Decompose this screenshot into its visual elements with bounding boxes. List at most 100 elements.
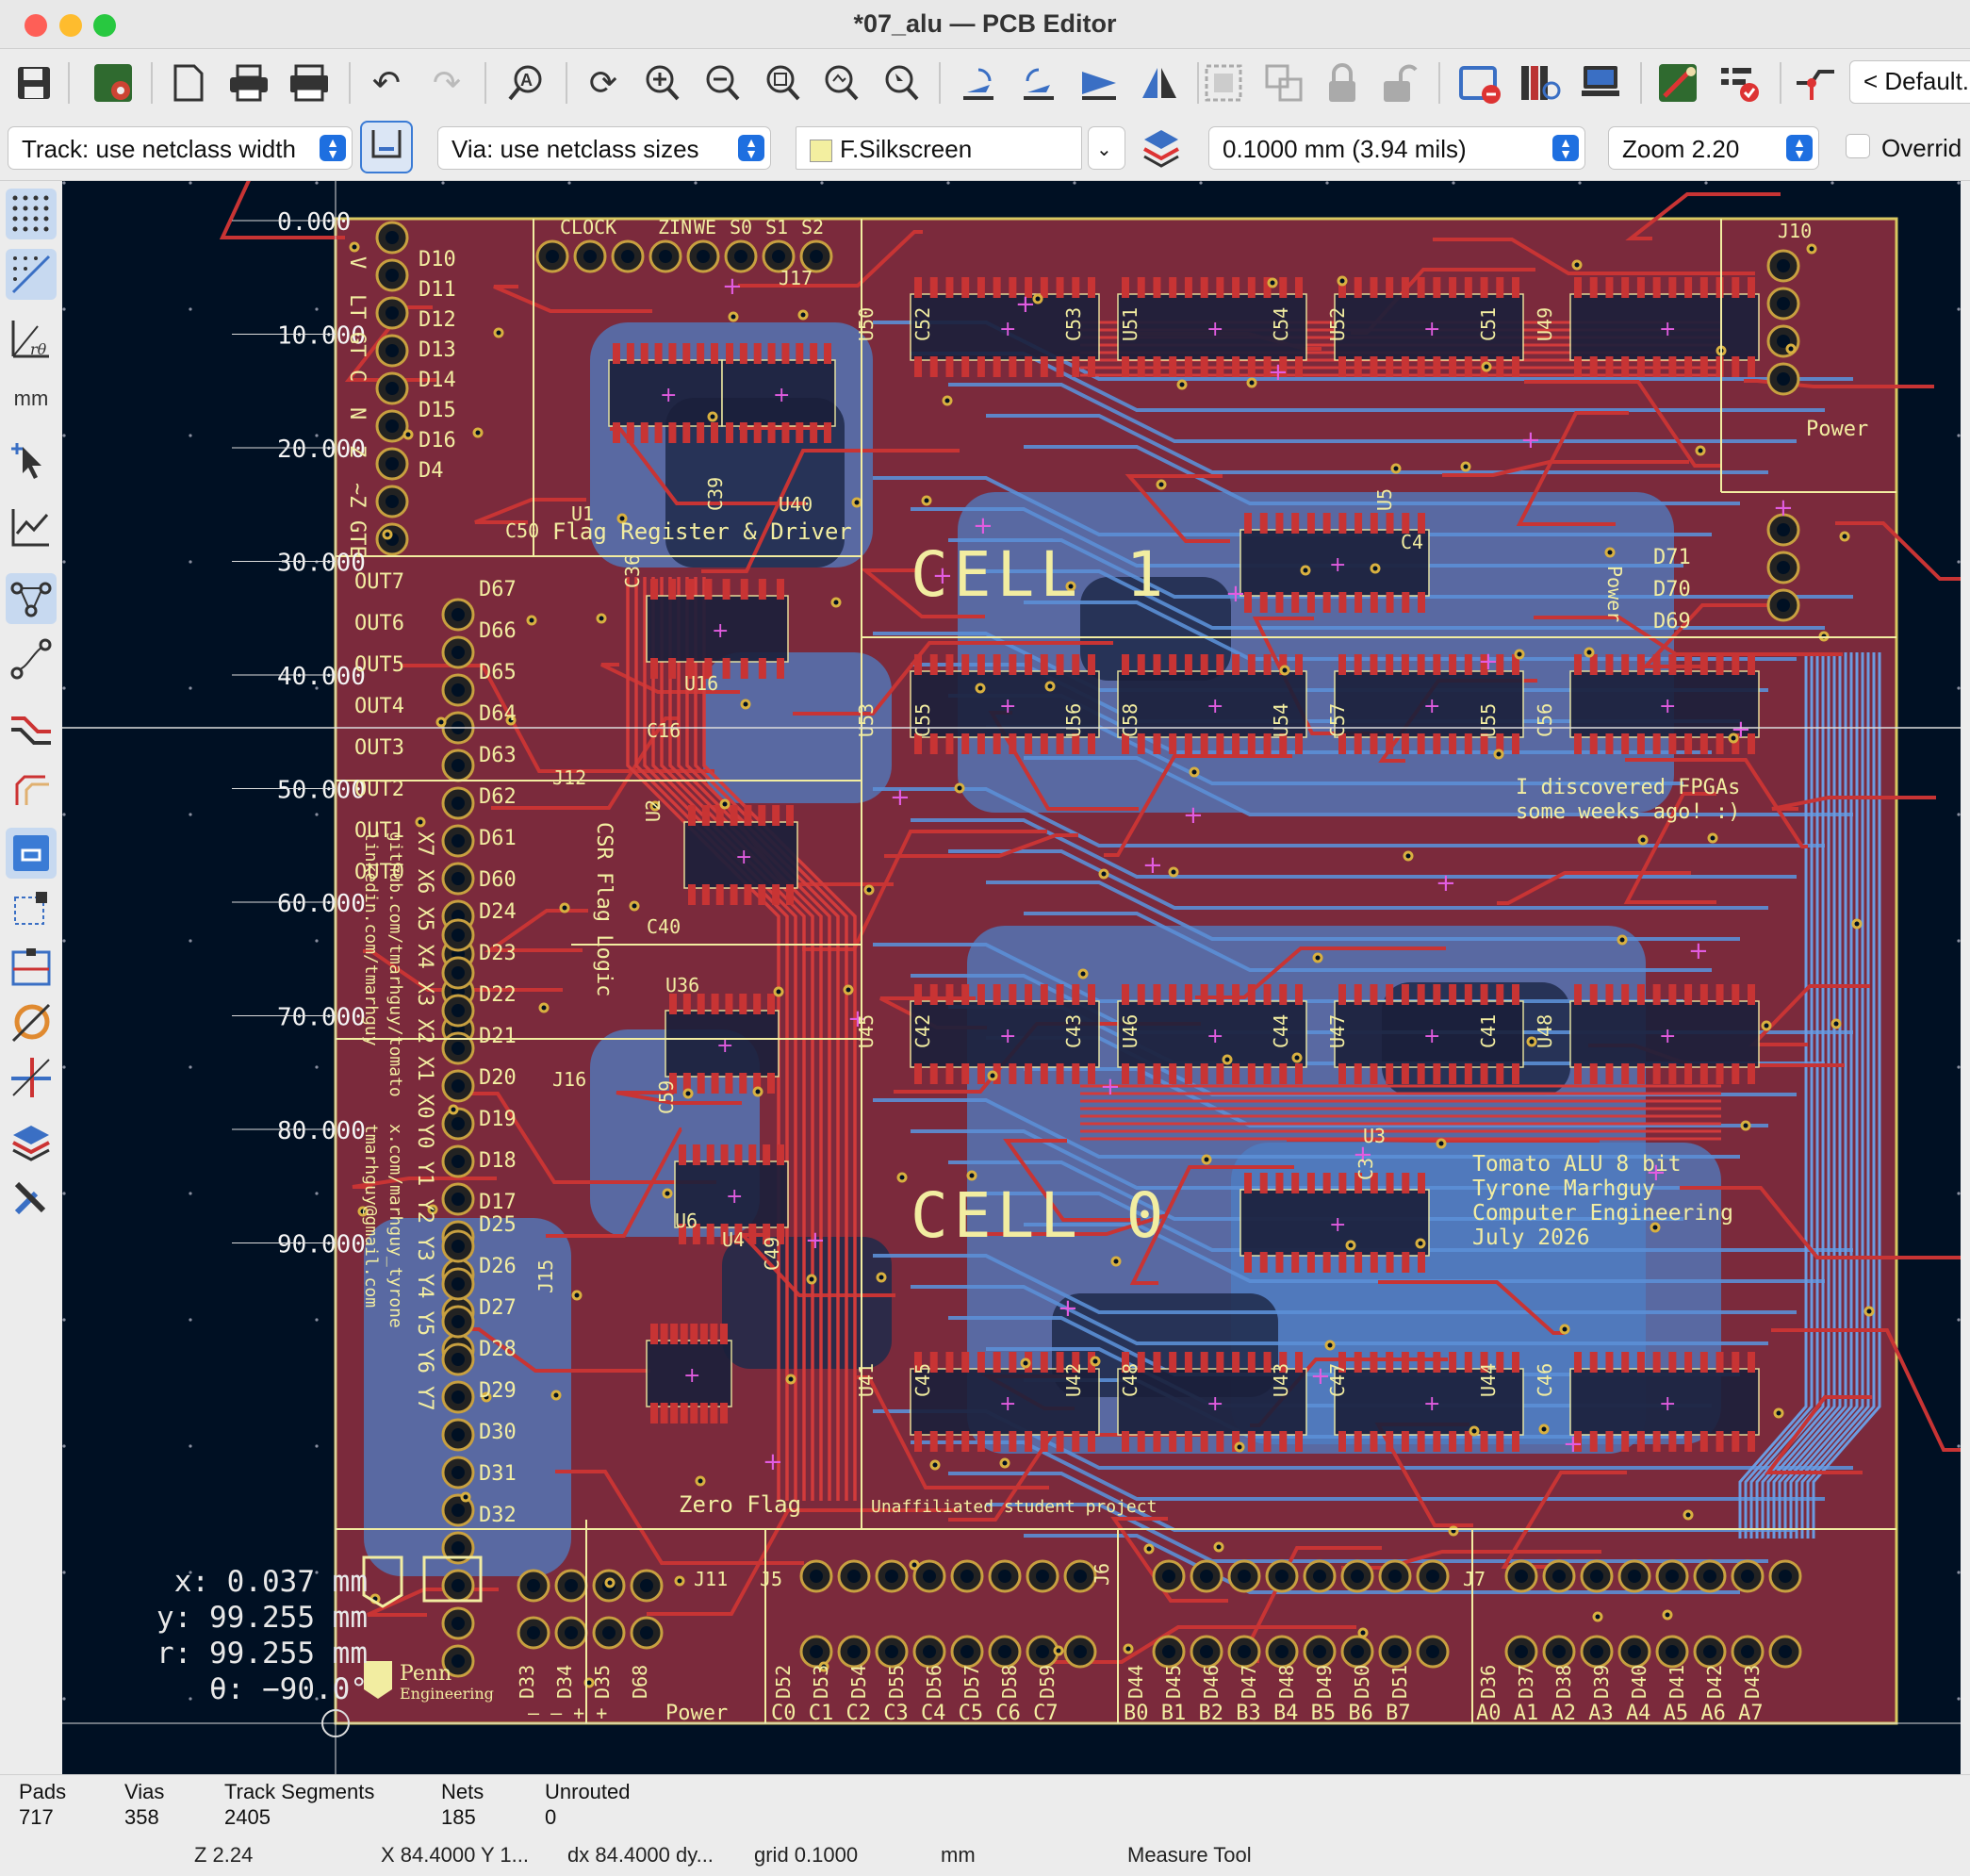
ic-pin [697,422,705,443]
cursor-icon[interactable] [6,436,57,486]
netlist-icon[interactable] [1455,58,1504,107]
ic-pin [1370,1352,1378,1373]
ref-designator: D53 [810,1665,832,1699]
layers-stack-icon[interactable] [1137,124,1186,173]
zoom-objects-icon[interactable] [816,58,865,107]
ic-pin [1401,654,1409,675]
zoom-fit-icon[interactable] [758,58,807,107]
ic-pin [1122,356,1129,377]
ic-pin [1291,1252,1300,1273]
print-icon[interactable] [224,58,273,107]
via-hole [562,905,567,911]
ref-designator: D19 [479,1108,517,1131]
drc-icon[interactable] [1716,58,1765,107]
zoom-select[interactable]: Zoom 2.20 ▲ ▼ [1608,126,1819,170]
measure-icon[interactable] [6,1052,57,1103]
ic-pin [929,984,938,1005]
ic-pin [1636,654,1645,675]
zone-outline-icon[interactable] [6,762,57,813]
units-mm-icon[interactable]: mm [6,373,57,424]
pcb-canvas[interactable]: + + + + + + + + + + + + + + + + + + + + + + + + + + + + + + + + + + + + + + +… [62,181,1961,1774]
footprint-library-icon[interactable] [1516,58,1565,107]
via-hole [1047,683,1053,689]
layer-dropdown-button[interactable]: ⌄ [1088,126,1125,170]
stat-track-segments: Track Segments 2405 [224,1779,374,1830]
refresh-icon[interactable]: ⟳ [579,58,628,107]
zoom-in-icon[interactable] [637,58,686,107]
ref-designator: D31 [479,1462,517,1486]
save-icon[interactable] [9,58,58,107]
ic-pin [1247,356,1256,377]
scripting-icon[interactable] [1655,58,1704,107]
grid-icon[interactable] [6,189,57,239]
track-outline-icon[interactable] [6,828,57,879]
ic-pin [1088,1431,1095,1452]
page-icon[interactable] [164,58,213,107]
rotate-ccw-icon[interactable] [954,58,1003,107]
dimension-icon[interactable] [6,943,57,994]
layers-icon[interactable] [6,1118,57,1169]
footprint-editor-icon[interactable] [1576,58,1625,107]
via-size-value: Via: use netclass sizes [451,135,699,163]
track-width-icon[interactable] [360,121,413,173]
preset-dropdown[interactable]: < Default. [1849,60,1970,104]
ic-pin [914,654,922,675]
route-icon[interactable] [1791,58,1840,107]
header-hole [1162,1570,1175,1583]
select-filter-icon[interactable] [6,884,57,935]
find-icon[interactable]: A [501,58,550,107]
ic-pin [945,1431,954,1452]
mirror-icon[interactable] [1135,58,1184,107]
ic-pin [711,1073,719,1094]
svg-text:rθ: rθ [30,340,47,358]
properties-icon[interactable] [6,1173,57,1224]
curved-ratsnest-icon[interactable] [6,634,57,684]
ungroup-icon[interactable] [1259,58,1308,107]
via-hole [1496,751,1502,757]
board-setup-icon[interactable] [89,58,138,107]
lock-icon[interactable] [1318,58,1367,107]
rotate-cw-icon[interactable] [1014,58,1063,107]
polar-icon[interactable] [6,249,57,300]
ref-designator: C50 [505,519,539,542]
ic-pin [690,1403,698,1423]
ref-designator: D11 [419,278,456,302]
override-checkbox[interactable] [1846,134,1870,158]
ref-designator: D28 [479,1338,517,1361]
zoom-selection-icon[interactable] [877,58,926,107]
ic-pin [720,1403,728,1423]
pcb-board-drawing[interactable]: + + + + + + + + + + + + + + + + + + + + + + + + + + + + + + + + + + + + + + +… [62,181,1961,1774]
net-inspector-icon[interactable] [6,997,57,1048]
plot-icon[interactable] [285,58,334,107]
ic-pin [1684,733,1693,754]
polar-coords-icon[interactable]: rθ [6,313,57,364]
track-width-select[interactable]: Track: use netclass width ▲ ▼ [8,126,353,170]
ic-pin [1636,1063,1645,1084]
highlight-tracks-icon[interactable] [6,705,57,756]
via-hole [1327,1342,1333,1348]
layer-select[interactable]: F.Silkscreen [796,126,1082,170]
ic-pin [1153,277,1161,298]
ref-designator: D64 [479,702,517,726]
header-hole [451,872,465,885]
header-hole [451,1155,465,1168]
via-size-select[interactable]: Via: use netclass sizes ▲ ▼ [437,126,771,170]
group-icon[interactable] [1199,58,1248,107]
ratsnest-icon[interactable] [6,573,57,624]
redo-icon[interactable]: ↷ [422,58,471,107]
unlock-icon[interactable] [1374,58,1423,107]
grid-select[interactable]: 0.1000 mm (3.94 mils) ▲ ▼ [1208,126,1585,170]
graph-icon[interactable] [6,502,57,552]
ic-center-mark: + [660,384,677,407]
ref-designator: J5 [760,1568,782,1590]
ic-pin [961,1063,970,1084]
ic-pin [1668,277,1677,298]
header-hole [546,250,559,263]
flip-icon[interactable] [1075,58,1124,107]
zoom-out-icon[interactable] [698,58,747,107]
undo-icon[interactable]: ↶ [362,58,411,107]
github-label: github.com/tmarhguy/tomato [386,831,405,1097]
via-hole [1056,1648,1061,1654]
ic-pin [626,343,634,364]
ic-pin [1417,654,1425,675]
